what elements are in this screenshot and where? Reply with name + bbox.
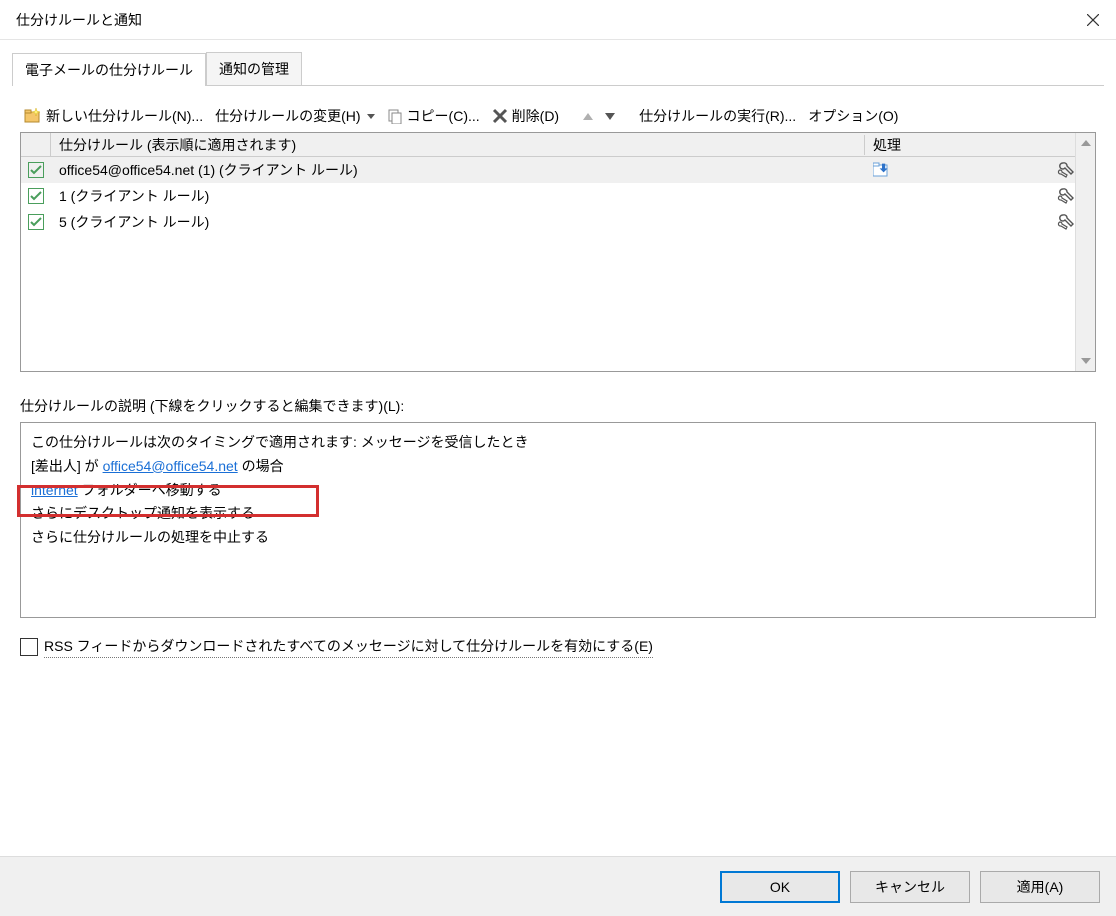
options-button[interactable]: オプション(O) <box>804 104 902 128</box>
rule-name-cell: office54@office54.net (1) (クライアント ルール) <box>51 160 865 180</box>
chevron-down-icon <box>1081 358 1091 364</box>
tab-manage-alerts[interactable]: 通知の管理 <box>206 52 302 85</box>
rule-checkbox-cell <box>21 214 51 230</box>
tab-label: 通知の管理 <box>219 61 289 77</box>
column-label: 仕分けルール (表示順に適用されます) <box>59 137 296 153</box>
toolbar-label: 削除(D) <box>512 106 559 126</box>
toolbar-label: 新しい仕分けルール(N)... <box>46 106 203 126</box>
checkbox-checked-icon[interactable] <box>28 188 44 204</box>
wrench-icon <box>1057 213 1075 231</box>
toolbar-label: 仕分けルールの変更(H) <box>215 106 360 126</box>
rule-name-cell: 1 (クライアント ルール) <box>51 186 865 206</box>
dialog-body: 電子メールの仕分けルール 通知の管理 新しい仕分けルール(N)... 仕分けルー… <box>0 40 1116 664</box>
tabs: 電子メールの仕分けルール 通知の管理 <box>12 52 1104 86</box>
tab-label: 電子メールの仕分けルール <box>25 62 193 78</box>
move-down-button[interactable] <box>601 111 619 122</box>
close-icon <box>1087 14 1099 26</box>
vertical-scrollbar <box>1075 133 1095 371</box>
copy-button[interactable]: コピー(C)... <box>383 104 484 128</box>
desc-text: [差出人] が <box>31 458 103 474</box>
column-label: 処理 <box>873 137 901 153</box>
table-row[interactable]: 1 (クライアント ルール) <box>21 183 1075 209</box>
desc-line-desktop-alert: さらにデスクトップ通知を表示する <box>31 502 1085 526</box>
arrow-up-icon <box>583 113 593 120</box>
toolbar-label: オプション(O) <box>808 106 898 126</box>
table-row[interactable]: office54@office54.net (1) (クライアント ルール) <box>21 157 1075 183</box>
toolbar-label: コピー(C)... <box>407 106 480 126</box>
titlebar: 仕分けルールと通知 <box>0 0 1116 40</box>
folder-sparkle-icon <box>24 108 42 124</box>
delete-button[interactable]: 削除(D) <box>488 104 563 128</box>
desc-text: の場合 <box>238 458 284 474</box>
wrench-icon <box>1057 161 1075 179</box>
rule-action-cell <box>865 213 1075 231</box>
wrench-icon <box>1057 187 1075 205</box>
description-box: この仕分けルールは次のタイミングで適用されます: メッセージを受信したとき [差… <box>20 422 1096 618</box>
folder-link[interactable]: internet <box>31 482 78 498</box>
sender-link[interactable]: office54@office54.net <box>103 458 238 474</box>
rule-checkbox-cell <box>21 188 51 204</box>
rss-checkbox-label[interactable]: RSS フィードからダウンロードされたすべてのメッセージに対して仕分けルールを有… <box>44 636 653 658</box>
toolbar: 新しい仕分けルール(N)... 仕分けルールの変更(H) コピー(C)... 削… <box>12 100 1104 132</box>
copy-icon <box>387 108 403 124</box>
checkbox-checked-icon[interactable] <box>28 214 44 230</box>
delete-x-icon <box>492 108 508 124</box>
rules-grid-rows: office54@office54.net (1) (クライアント ルール) 1 … <box>21 157 1075 235</box>
apply-button[interactable]: 適用(A) <box>980 871 1100 903</box>
move-to-folder-icon <box>873 162 893 178</box>
chevron-up-icon <box>1081 140 1091 146</box>
rule-action-cell <box>865 161 1075 179</box>
run-rules-button[interactable]: 仕分けルールの実行(R)... <box>635 104 800 128</box>
rules-grid: 仕分けルール (表示順に適用されます) 処理 office54@office54… <box>20 132 1096 372</box>
checkbox-checked-icon[interactable] <box>28 162 44 178</box>
chevron-down-icon <box>367 114 375 119</box>
close-button[interactable] <box>1070 0 1116 40</box>
rss-checkbox[interactable] <box>20 638 38 656</box>
rss-enable-row: RSS フィードからダウンロードされたすべてのメッセージに対して仕分けルールを有… <box>20 636 1096 658</box>
move-up-button[interactable] <box>579 111 597 122</box>
ok-button[interactable]: OK <box>720 871 840 903</box>
titlebar-title: 仕分けルールと通知 <box>16 10 142 30</box>
rule-action-cell <box>865 187 1075 205</box>
scroll-down-button[interactable] <box>1076 351 1095 371</box>
rules-grid-content: 仕分けルール (表示順に適用されます) 処理 office54@office54… <box>21 133 1075 371</box>
change-rule-button[interactable]: 仕分けルールの変更(H) <box>211 104 378 128</box>
desc-text: フォルダーへ移動する <box>78 482 222 498</box>
desc-line-folder: internet フォルダーへ移動する <box>31 479 1085 503</box>
rule-name-cell: 5 (クライアント ルール) <box>51 212 865 232</box>
desc-line-sender: [差出人] が office54@office54.net の場合 <box>31 455 1085 479</box>
desc-line-stop: さらに仕分けルールの処理を中止する <box>31 526 1085 550</box>
desc-line-timing: この仕分けルールは次のタイミングで適用されます: メッセージを受信したとき <box>31 431 1085 455</box>
dialog-footer: OK キャンセル 適用(A) <box>0 856 1116 916</box>
new-rule-button[interactable]: 新しい仕分けルール(N)... <box>20 104 207 128</box>
cancel-button[interactable]: キャンセル <box>850 871 970 903</box>
table-row[interactable]: 5 (クライアント ルール) <box>21 209 1075 235</box>
rule-checkbox-cell <box>21 162 51 178</box>
scroll-track[interactable] <box>1076 153 1095 351</box>
grid-header-rule[interactable]: 仕分けルール (表示順に適用されます) <box>51 135 865 155</box>
toolbar-label: 仕分けルールの実行(R)... <box>639 106 796 126</box>
scroll-up-button[interactable] <box>1076 133 1095 153</box>
grid-header-checkbox-col <box>21 133 51 156</box>
grid-header-action[interactable]: 処理 <box>865 135 1075 155</box>
arrow-down-icon <box>605 113 615 120</box>
rules-grid-header: 仕分けルール (表示順に適用されます) 処理 <box>21 133 1075 157</box>
tab-email-rules[interactable]: 電子メールの仕分けルール <box>12 53 206 86</box>
description-label: 仕分けルールの説明 (下線をクリックすると編集できます)(L): <box>20 396 1096 416</box>
tab-content: 新しい仕分けルール(N)... 仕分けルールの変更(H) コピー(C)... 削… <box>12 94 1104 664</box>
